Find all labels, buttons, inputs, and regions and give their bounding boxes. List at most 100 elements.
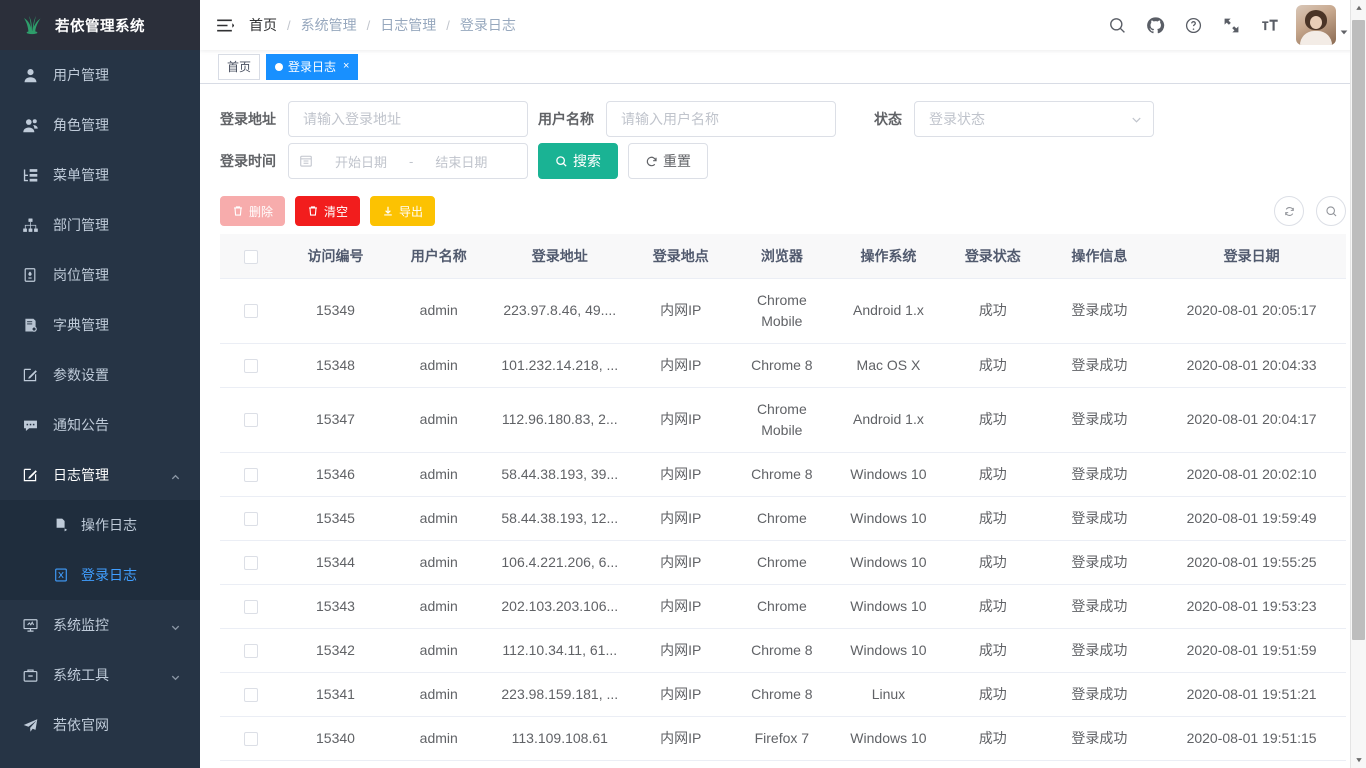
column-header-address[interactable]: 登录地址 <box>489 234 631 278</box>
row-checkbox[interactable] <box>244 644 258 658</box>
column-header-id[interactable]: 访问编号 <box>282 234 389 278</box>
cell-id: 15345 <box>282 496 389 540</box>
cell-location: 内网IP <box>631 716 731 760</box>
cell-id: 15346 <box>282 452 389 496</box>
cell-os: Windows 10 <box>833 540 944 584</box>
tag-item-login-log[interactable]: 登录日志 × <box>266 54 358 80</box>
clear-button[interactable]: 清空 <box>295 196 360 226</box>
cell-os: Windows 10 <box>833 584 944 628</box>
scrollbar-thumb[interactable] <box>1352 20 1365 640</box>
hamburger-collapse-icon[interactable] <box>200 0 238 50</box>
cell-message: 登录成功 <box>1042 672 1157 716</box>
column-header-date[interactable]: 登录日期 <box>1157 234 1346 278</box>
table-row[interactable]: 15341admin223.98.159.181, ...内网IPChrome … <box>220 672 1346 716</box>
column-header-location[interactable]: 登录地点 <box>631 234 731 278</box>
table-row[interactable]: 15348admin101.232.14.218, ...内网IPChrome … <box>220 343 1346 387</box>
export-button[interactable]: 导出 <box>370 196 435 226</box>
breadcrumb: 首页 / 系统管理 / 日志管理 / 登录日志 <box>248 15 517 35</box>
user-name-input[interactable]: 请输入用户名称 <box>606 101 836 137</box>
sidebar-item-parameter-settings[interactable]: 参数设置 <box>0 350 200 400</box>
row-checkbox[interactable] <box>244 512 258 526</box>
delete-button[interactable]: 删除 <box>220 196 285 226</box>
scroll-up-arrow-icon[interactable] <box>1351 0 1366 16</box>
main-container: 首页 / 系统管理 / 日志管理 / 登录日志 <box>200 0 1366 768</box>
cell-status: 成功 <box>944 672 1042 716</box>
table-row[interactable]: 15344admin106.4.221.206, 6...内网IPChromeW… <box>220 540 1346 584</box>
sidebar-item-log-management[interactable]: 日志管理 <box>0 450 200 500</box>
search-toggle-icon-button[interactable] <box>1316 196 1346 226</box>
font-size-icon[interactable] <box>1250 0 1288 50</box>
close-icon[interactable]: × <box>343 61 349 72</box>
sidebar-item-role-management[interactable]: 角色管理 <box>0 100 200 150</box>
github-icon[interactable] <box>1136 0 1174 50</box>
avatar-body <box>1300 31 1332 45</box>
table-row[interactable]: 15347admin112.96.180.83, 2...内网IPChrome … <box>220 387 1346 452</box>
user-icon <box>20 65 40 85</box>
cell-address: 58.44.38.193, 39... <box>489 452 631 496</box>
chevron-down-icon[interactable] <box>170 620 180 630</box>
table-row[interactable]: 15342admin112.10.34.11, 61...内网IPChrome … <box>220 628 1346 672</box>
row-checkbox[interactable] <box>244 413 258 427</box>
document-icon <box>52 516 70 534</box>
scrollbar-track[interactable] <box>1351 16 1366 752</box>
cell-message: 登录成功 <box>1042 716 1157 760</box>
login-time-daterange[interactable]: 开始日期 - 结束日期 <box>288 143 528 179</box>
sidebar-logo[interactable]: 若依管理系统 <box>0 0 200 50</box>
table-row[interactable]: 15345admin58.44.38.193, 12...内网IPChromeW… <box>220 496 1346 540</box>
sidebar-item-menu-management[interactable]: 菜单管理 <box>0 150 200 200</box>
cell-user: admin <box>389 496 489 540</box>
monitor-icon <box>20 615 40 635</box>
tag-item-home[interactable]: 首页 <box>218 54 260 80</box>
sidebar-item-notice-announcement[interactable]: 通知公告 <box>0 400 200 450</box>
row-checkbox[interactable] <box>244 359 258 373</box>
reset-button-label: 重置 <box>663 151 691 171</box>
sidebar-item-post-management[interactable]: 岗位管理 <box>0 250 200 300</box>
search-icon[interactable] <box>1098 0 1136 50</box>
row-checkbox[interactable] <box>244 600 258 614</box>
select-all-checkbox[interactable] <box>244 250 258 264</box>
question-help-icon[interactable] <box>1174 0 1212 50</box>
row-checkbox[interactable] <box>244 732 258 746</box>
sidebar-item-department-management[interactable]: 部门管理 <box>0 200 200 250</box>
sidebar-item-operation-log[interactable]: 操作日志 <box>0 500 200 550</box>
row-checkbox[interactable] <box>244 304 258 318</box>
search-form-row-1: 登录地址 请输入登录地址 用户名称 请输入用户名称 状态 <box>220 101 1346 137</box>
sidebar-item-user-management[interactable]: 用户管理 <box>0 50 200 100</box>
login-address-input[interactable]: 请输入登录地址 <box>288 101 528 137</box>
table-row[interactable]: 15343admin202.103.203.106...内网IPChromeWi… <box>220 584 1346 628</box>
search-button[interactable]: 搜索 <box>538 143 618 179</box>
refresh-icon-button[interactable] <box>1274 196 1304 226</box>
cell-location: 内网IP <box>631 540 731 584</box>
column-header-message[interactable]: 操作信息 <box>1042 234 1157 278</box>
fullscreen-icon[interactable] <box>1212 0 1250 50</box>
sidebar-item-login-log[interactable]: 登录日志 <box>0 550 200 600</box>
scroll-down-arrow-icon[interactable] <box>1351 752 1366 768</box>
sidebar-item-dictionary-management[interactable]: 字典管理 <box>0 300 200 350</box>
table-row[interactable]: 15340admin113.109.108.61内网IPFirefox 7Win… <box>220 716 1346 760</box>
column-header-status[interactable]: 登录状态 <box>944 234 1042 278</box>
status-select[interactable]: 登录状态 <box>914 101 1154 137</box>
sidebar-item-system-tools[interactable]: 系统工具 <box>0 650 200 700</box>
breadcrumb-item-system: 系统管理 <box>300 15 358 35</box>
cell-user: admin <box>389 540 489 584</box>
window-scrollbar[interactable] <box>1350 0 1366 768</box>
table-row[interactable]: 15346admin58.44.38.193, 39...内网IPChrome … <box>220 452 1346 496</box>
column-header-os[interactable]: 操作系统 <box>833 234 944 278</box>
avatar[interactable] <box>1296 5 1336 45</box>
cell-message: 登录成功 <box>1042 278 1157 343</box>
chevron-up-icon[interactable] <box>170 470 180 480</box>
sidebar-item-ruoyi-website[interactable]: 若依官网 <box>0 700 200 750</box>
breadcrumb-item-home[interactable]: 首页 <box>248 15 278 35</box>
search-form-row-2: 登录时间 开始日期 - 结束日期 <box>220 143 1346 179</box>
row-checkbox[interactable] <box>244 556 258 570</box>
reset-button[interactable]: 重置 <box>628 143 708 179</box>
row-checkbox[interactable] <box>244 468 258 482</box>
row-checkbox[interactable] <box>244 688 258 702</box>
table-row[interactable]: 15349admin223.97.8.46, 49....内网IPChrome … <box>220 278 1346 343</box>
trash-icon <box>232 205 244 217</box>
column-header-user[interactable]: 用户名称 <box>389 234 489 278</box>
chevron-down-icon[interactable] <box>170 670 180 680</box>
cell-location: 内网IP <box>631 452 731 496</box>
column-header-browser[interactable]: 浏览器 <box>731 234 833 278</box>
sidebar-item-system-monitor[interactable]: 系统监控 <box>0 600 200 650</box>
